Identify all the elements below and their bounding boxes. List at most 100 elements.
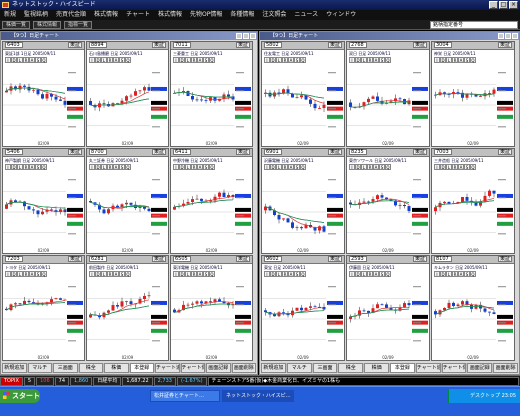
- stock-code-input[interactable]: 6901: [264, 149, 282, 155]
- chart-cell[interactable]: 5406 東証 神戸製鋼 日足 2005/09/11 I D L R A S Q 02/09: [2, 148, 85, 254]
- stock-code-input[interactable]: 5406: [5, 149, 23, 155]
- menu-item[interactable]: ニュース: [290, 10, 322, 20]
- chart-cell[interactable]: 8700 東証 丸三証券 日足 2005/09/11 I D L R A S Q 02/09: [86, 148, 169, 254]
- market-select[interactable]: 東証: [68, 149, 82, 155]
- panel-footer-button[interactable]: 本登録: [389, 363, 415, 373]
- market-select[interactable]: 東証: [152, 256, 166, 262]
- chart-cell[interactable]: 6901 東証 沢藤電機 日足 2005/09/11 I D L R A S Q 02/09: [261, 148, 345, 254]
- panel-footer-button[interactable]: チャート追加: [155, 363, 180, 373]
- stock-code-input[interactable]: 3004: [434, 42, 452, 48]
- panel-footer-button[interactable]: 画面削除: [493, 363, 518, 373]
- market-select[interactable]: 東証: [236, 42, 250, 48]
- menu-item[interactable]: 監視銘柄: [20, 10, 52, 20]
- chart-mode-button[interactable]: Q: [41, 271, 47, 277]
- menu-item[interactable]: 株式情報: [90, 10, 122, 20]
- market-select[interactable]: 東証: [236, 256, 250, 262]
- chart-mode-button[interactable]: Q: [209, 57, 215, 63]
- market-select[interactable]: 東証: [152, 42, 166, 48]
- toolbar-button[interactable]: 株式情報: [33, 20, 62, 29]
- stock-code-input[interactable]: 6411: [173, 149, 191, 155]
- market-select[interactable]: 東証: [413, 42, 427, 48]
- panel-footer-button[interactable]: 新規追加: [261, 363, 286, 373]
- market-select[interactable]: 東証: [498, 42, 512, 48]
- code-input[interactable]: 銘柄指定番号: [430, 21, 518, 29]
- chart-cell[interactable]: 3004 東証 神栄 日足 2005/09/11 I D L R A S Q 02/09: [431, 41, 515, 147]
- stock-code-input[interactable]: 8107: [434, 256, 452, 262]
- market-select[interactable]: 東証: [498, 149, 512, 155]
- maximize-button[interactable]: □: [499, 1, 508, 9]
- panel-footer-button[interactable]: チャート保存: [180, 363, 205, 373]
- chart-cell[interactable]: 8894 東証 石川島播磨 日足 2005/09/11 I D L R A S Q 02/09: [86, 41, 169, 147]
- menu-item[interactable]: 注文照会: [258, 10, 290, 20]
- stock-code-input[interactable]: 7203: [5, 256, 23, 262]
- menu-item[interactable]: 株式情報: [154, 10, 186, 20]
- stock-code-input[interactable]: 9602: [264, 256, 282, 262]
- chart-cell[interactable]: 7011 東証 三菱重工 日足 2005/09/11 I D L R A S Q 02/09: [170, 41, 253, 147]
- menu-item[interactable]: 各種情報: [226, 10, 258, 20]
- stock-code-input[interactable]: 8700: [89, 149, 107, 155]
- chart-mode-button[interactable]: Q: [385, 164, 391, 170]
- stock-code-input[interactable]: 8894: [89, 42, 107, 48]
- menu-item[interactable]: 新規: [0, 10, 20, 20]
- market-select[interactable]: 東証: [68, 256, 82, 262]
- market-select[interactable]: 東証: [152, 149, 166, 155]
- chart-cell[interactable]: 8235 東証 東京ソワール 日足 2005/09/11 I D L R A S Q 02/09: [346, 148, 430, 254]
- chart-mode-button[interactable]: Q: [385, 271, 391, 277]
- panel-footer-button[interactable]: 本登録: [129, 363, 154, 373]
- chart-cell[interactable]: 6281 東証 前田製作 日足 2005/09/11 I D L R A S Q 02/09: [86, 255, 169, 361]
- panel-footer-button[interactable]: 株全: [78, 363, 103, 373]
- panel-footer-button[interactable]: 三画面: [53, 363, 78, 373]
- stock-code-input[interactable]: 2593: [349, 256, 367, 262]
- panel-footer-button[interactable]: チャート追加: [415, 363, 441, 373]
- market-select[interactable]: 東証: [413, 256, 427, 262]
- market-select[interactable]: 東証: [68, 42, 82, 48]
- menu-item[interactable]: 売買代金順: [52, 10, 90, 20]
- chart-mode-button[interactable]: Q: [125, 271, 131, 277]
- panel-footer-button[interactable]: 画面記録: [467, 363, 493, 373]
- chart-cell[interactable]: 9602 東証 東宝 日足 2005/09/11 I D L R A S Q 02/09: [261, 255, 345, 361]
- chart-mode-button[interactable]: Q: [41, 57, 47, 63]
- chart-mode-button[interactable]: Q: [125, 57, 131, 63]
- chart-cell[interactable]: 6403 東証 東証1部 1日足 2005/09/11 I D L R A S Q 02/09: [2, 41, 85, 147]
- market-select[interactable]: 東証: [413, 149, 427, 155]
- panel-footer-button[interactable]: マルチ: [27, 363, 52, 373]
- taskbar-app-button[interactable]: 松井証券とチャート…: [150, 390, 220, 402]
- market-select[interactable]: 東証: [498, 256, 512, 262]
- chart-mode-button[interactable]: Q: [385, 57, 391, 63]
- menu-item[interactable]: チャート: [122, 10, 154, 20]
- market-select[interactable]: 東証: [328, 42, 342, 48]
- panel-footer-button[interactable]: 画面削除: [231, 363, 256, 373]
- chart-mode-button[interactable]: Q: [470, 271, 476, 277]
- chart-mode-button[interactable]: Q: [300, 164, 306, 170]
- stock-code-input[interactable]: 6505: [173, 256, 191, 262]
- chart-cell[interactable]: 2593 東証 伊藤園 日足 2005/09/11 I D L R A S Q 02/09: [346, 255, 430, 361]
- stock-code-input[interactable]: 2768: [349, 42, 367, 48]
- chart-mode-button[interactable]: Q: [209, 271, 215, 277]
- panel-footer-button[interactable]: 画面記録: [206, 363, 231, 373]
- minimize-button[interactable]: _: [489, 1, 498, 9]
- menu-item[interactable]: ウィンドウ: [322, 10, 360, 20]
- market-select[interactable]: 東証: [328, 256, 342, 262]
- chart-cell[interactable]: 6411 東証 中野冷機 日足 2005/09/11 I D L R A S Q 02/09: [170, 148, 253, 254]
- toolbar-button[interactable]: 指標一覧: [64, 20, 93, 29]
- chart-mode-button[interactable]: Q: [300, 57, 306, 63]
- start-button[interactable]: スタート: [0, 389, 40, 403]
- chart-mode-button[interactable]: Q: [209, 164, 215, 170]
- taskbar-app-button[interactable]: ネットストック・ハイスピ…: [222, 390, 294, 402]
- market-select[interactable]: 東証: [328, 149, 342, 155]
- panel-footer-button[interactable]: 三画面: [312, 363, 338, 373]
- stock-code-input[interactable]: 6281: [89, 256, 107, 262]
- menu-item[interactable]: 先物OP情報: [186, 10, 226, 20]
- panel-footer-button[interactable]: 株価: [104, 363, 129, 373]
- chart-mode-button[interactable]: Q: [41, 164, 47, 170]
- stock-code-input[interactable]: 5802: [264, 42, 282, 48]
- chart-mode-button[interactable]: Q: [125, 164, 131, 170]
- chart-cell[interactable]: 8107 東証 キムラタン 日足 2005/09/11 I D L R A S Q 02/09: [431, 255, 515, 361]
- panel-footer-button[interactable]: チャート保存: [441, 363, 467, 373]
- stock-code-input[interactable]: 6403: [5, 42, 23, 48]
- chart-cell[interactable]: 6505 東証 東洋電機 日足 2005/09/11 I D L R A S Q 02/09: [170, 255, 253, 361]
- panel-footer-button[interactable]: 株価: [364, 363, 389, 373]
- chart-cell[interactable]: 2768 東証 双日 日足 2005/09/11 I D L R A S Q 02/09: [346, 41, 430, 147]
- panel-footer-button[interactable]: 新規追加: [2, 363, 27, 373]
- stock-code-input[interactable]: 8235: [349, 149, 367, 155]
